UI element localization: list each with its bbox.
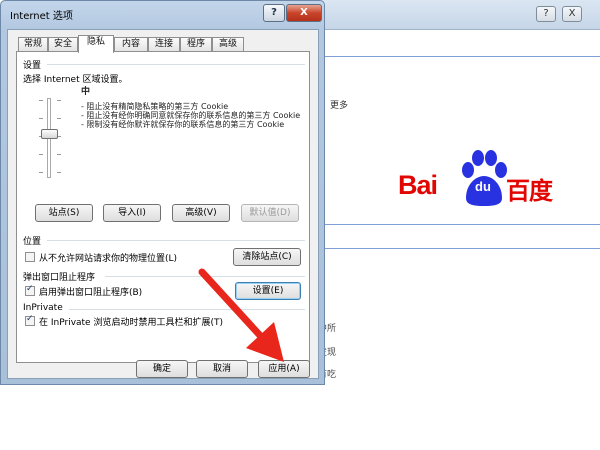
settings-group-label: 设置 [23, 61, 42, 71]
slider-tick [39, 100, 43, 101]
import-button[interactable]: 导入(I) [103, 204, 161, 222]
group-divider [47, 64, 305, 65]
slider-tick [57, 118, 61, 119]
location-group-label: 位置 [23, 237, 42, 247]
tab-connections[interactable]: 连接 [148, 37, 180, 52]
level-line-1: - 阻止没有精简隐私策略的第三方 Cookie [81, 102, 229, 111]
privacy-level-description: - 阻止没有精简隐私策略的第三方 Cookie - 阻止没有经你明确同意就保存你… [81, 102, 307, 129]
dialog-titlebar[interactable]: Internet 选项 ? X [1, 1, 324, 29]
inprivate-checkbox[interactable] [25, 314, 35, 326]
popup-blocker-group-label: 弹出窗口阻止程序 [23, 273, 96, 283]
tab-programs[interactable]: 程序 [180, 37, 212, 52]
inprivate-group-label: InPrivate [23, 303, 63, 313]
more-link[interactable]: 更多 [330, 98, 348, 111]
tab-privacy[interactable]: 隐私 [78, 35, 114, 53]
ok-button[interactable]: 确定 [136, 360, 188, 378]
browser-close-button[interactable]: X [562, 6, 582, 22]
group-divider [47, 240, 305, 241]
popup-blocker-checkbox[interactable] [25, 284, 35, 296]
tab-general[interactable]: 常规 [18, 37, 48, 52]
browser-toolbar: ? X [300, 0, 600, 30]
logo-du-text: du [475, 179, 491, 194]
zone-instruction: 选择 Internet 区域设置。 [23, 75, 128, 85]
search-box-border-bottom [320, 248, 600, 249]
privacy-slider-thumb[interactable] [41, 129, 58, 139]
location-checkbox[interactable] [25, 252, 35, 262]
paw-icon [462, 150, 507, 206]
slider-tick [39, 172, 43, 173]
sites-button[interactable]: 站点(S) [35, 204, 93, 222]
slider-tick [57, 154, 61, 155]
red-arrow-icon [198, 268, 284, 362]
search-box-border [320, 224, 600, 225]
slider-tick [39, 154, 43, 155]
tab-content[interactable]: 内容 [114, 37, 148, 52]
logo-bai-text: Bai [398, 170, 438, 200]
privacy-level-name: 中 [81, 87, 91, 97]
level-line-2: - 阻止没有经你明确同意就保存你的联系信息的第三方 Cookie [81, 111, 301, 120]
tab-advanced[interactable]: 高级 [212, 37, 244, 52]
tab-security[interactable]: 安全 [48, 37, 78, 52]
default-button[interactable]: 默认值(D) [241, 204, 299, 222]
advanced-button[interactable]: 高级(V) [172, 204, 230, 222]
baidu-logo: Bai du 百度 [398, 150, 568, 210]
dialog-title: Internet 选项 [10, 11, 73, 22]
divider-line [320, 56, 600, 57]
location-checkbox-label: 从不允许网站请求你的物理位置(L) [39, 254, 178, 264]
logo-baidu-cn-text: 百度 [506, 177, 553, 205]
slider-tick [39, 118, 43, 119]
browser-help-button[interactable]: ? [536, 6, 556, 22]
slider-tick [57, 172, 61, 173]
slider-tick [57, 100, 61, 101]
popup-blocker-checkbox-label: 启用弹出窗口阻止程序(B) [39, 288, 143, 298]
help-button[interactable]: ? [263, 4, 285, 22]
level-line-3: - 限制没有经你默许就保存你的联系信息的第三方 Cookie [81, 120, 285, 129]
close-button[interactable]: X [286, 4, 322, 22]
